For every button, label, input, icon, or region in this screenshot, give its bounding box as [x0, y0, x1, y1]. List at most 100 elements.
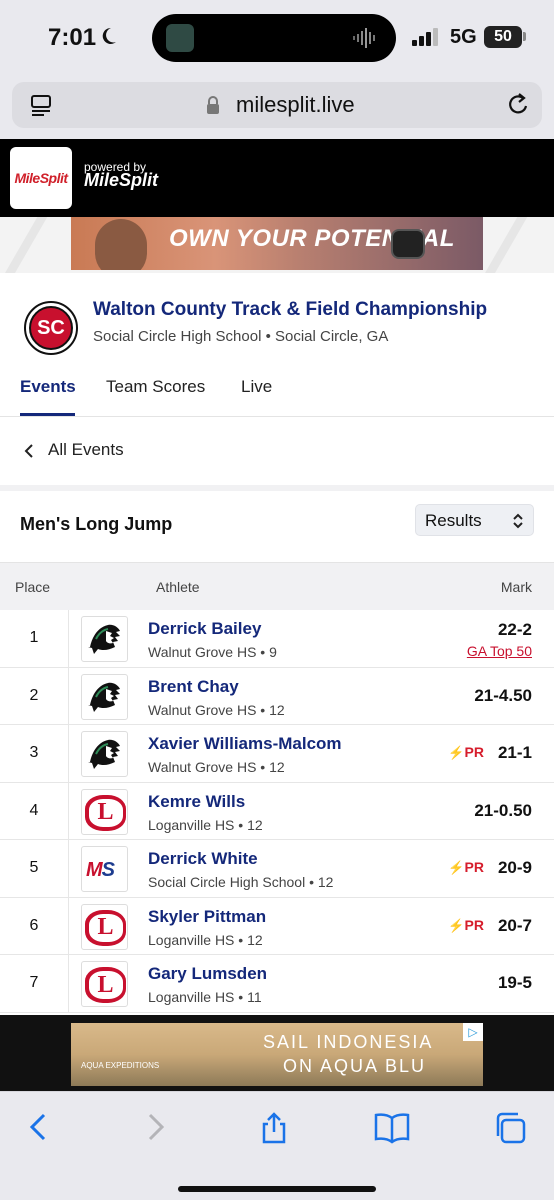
ms-logo-text: MS: [86, 859, 115, 881]
team-logo: [81, 731, 128, 777]
now-playing-icon: [166, 24, 194, 52]
tabs-icon[interactable]: [494, 1112, 526, 1144]
ad-zone-bottom: SAIL INDONESIA ON AQUA BLU AQUA EXPEDITI…: [0, 1015, 554, 1091]
column-place: Place: [15, 579, 51, 595]
chevron-left-icon: [24, 444, 33, 458]
back-to-all-events[interactable]: All Events: [0, 417, 554, 485]
athlete-name[interactable]: Gary Lumsden: [148, 964, 267, 984]
athlete-name[interactable]: Kemre Wills: [148, 792, 245, 812]
warrior-head-icon: [88, 739, 120, 769]
table-row[interactable]: 4 L Kemre Wills Loganville HS • 12 21-0.50: [0, 782, 554, 840]
row-place: 5: [0, 840, 69, 897]
results-view-select[interactable]: Results: [415, 504, 534, 536]
ad-zone-top: OWN YOUR POTENTIAL: [0, 217, 554, 273]
team-logo: L: [81, 903, 128, 950]
warrior-head-icon: [88, 682, 120, 712]
row-place: 2: [0, 667, 69, 724]
network-type: 5G: [450, 26, 477, 48]
team-logo: L: [81, 961, 128, 1007]
home-indicator: [178, 1186, 376, 1192]
ad-headline: SAIL INDONESIA: [263, 1032, 434, 1052]
reader-mode-icon[interactable]: [30, 94, 52, 116]
meet-location: Social Circle High School • Social Circl…: [93, 328, 389, 345]
athlete-name[interactable]: Xavier Williams-Malcom: [148, 734, 342, 754]
ad-banner-bottom[interactable]: SAIL INDONESIA ON AQUA BLU AQUA EXPEDITI…: [71, 1023, 483, 1086]
row-place: 1: [0, 610, 69, 667]
team-logo: [81, 673, 128, 720]
lightning-icon: ⚡: [448, 917, 465, 933]
athlete-team: Loganville HS • 12: [148, 931, 263, 948]
athlete-team: Loganville HS • 11: [148, 989, 262, 1005]
athlete-name[interactable]: Brent Chay: [148, 677, 239, 697]
all-events-link[interactable]: All Events: [48, 440, 124, 460]
athlete-team: Walnut Grove HS • 12: [148, 759, 285, 775]
athlete-mark: 20-7: [497, 915, 532, 935]
ad-subline: ON AQUA BLU: [283, 1056, 427, 1076]
chevron-up-down-icon: [513, 513, 523, 529]
milesplit-logo[interactable]: MileSplit: [10, 147, 72, 209]
powered-by-brand: MileSplit: [84, 170, 159, 190]
row-place: 7: [0, 955, 69, 1012]
loganville-logo-shape: L: [85, 794, 126, 831]
battery-cap: [523, 32, 526, 41]
meet-tabs: Events Team Scores Live: [0, 363, 554, 417]
table-row[interactable]: 5 MS Derrick White Social Circle High Schoo…: [0, 840, 554, 898]
ga-top-50-link[interactable]: GA Top 50: [467, 643, 532, 659]
address-bar[interactable]: milesplit.live: [12, 82, 542, 128]
loganville-logo-shape: L: [85, 909, 126, 946]
table-row[interactable]: 6 L Skyler Pittman Loganville HS • 12 20-7 ⚡P…: [0, 897, 554, 955]
athlete-mark: 21-1: [497, 743, 532, 762]
table-row[interactable]: 7 L Gary Lumsden Loganville HS • 11 19-5: [0, 955, 554, 1013]
results-table-body: 1 Derrick Bailey Walnut Grove HS • 9 22-2 GA…: [0, 610, 554, 1013]
select-value: Results: [425, 511, 482, 530]
tab-events[interactable]: Events: [20, 377, 76, 397]
dynamic-island: [152, 14, 396, 62]
results-table-header: Place Athlete Mark: [0, 562, 554, 610]
event-header: Men's Long Jump Results: [0, 491, 554, 561]
athlete-mark: 22-2: [497, 620, 532, 639]
forward-icon[interactable]: [146, 1112, 166, 1142]
tab-live[interactable]: Live: [241, 377, 272, 397]
audio-wave-icon: [353, 28, 375, 48]
column-athlete: Athlete: [156, 579, 200, 595]
site-header: MileSplit powered by MileSplit: [0, 139, 554, 217]
moon-icon: [102, 27, 116, 44]
ad-banner-top[interactable]: OWN YOUR POTENTIAL: [71, 217, 483, 270]
meet-title[interactable]: Walton County Track & Field Championship: [93, 299, 487, 321]
active-tab-indicator: [20, 413, 75, 416]
athlete-team: Walnut Grove HS • 12: [148, 701, 285, 718]
team-logo: [81, 616, 128, 662]
browser-toolbar: [0, 1091, 554, 1200]
athlete-name[interactable]: Derrick Bailey: [148, 619, 261, 639]
athlete-name[interactable]: Derrick White: [148, 849, 258, 869]
tab-team-scores[interactable]: Team Scores: [106, 377, 205, 397]
meet-header: SC Walton County Track & Field Champions…: [0, 273, 554, 363]
table-row[interactable]: 3 Xavier Williams-Malcom Walnut Grove HS •…: [0, 725, 554, 783]
team-logo: MS: [81, 846, 128, 892]
bookmarks-icon[interactable]: [374, 1112, 410, 1144]
table-row[interactable]: 2 Brent Chay Walnut Grove HS • 12 21-4.50: [0, 667, 554, 725]
athlete-mark: 19-5: [497, 973, 532, 992]
ad-athlete-image: [95, 219, 147, 270]
background-chevron: [471, 217, 554, 273]
share-icon[interactable]: [258, 1112, 290, 1144]
url-text: milesplit.live: [236, 92, 355, 117]
athlete-mark: 21-4.50: [474, 685, 532, 705]
table-row[interactable]: 1 Derrick Bailey Walnut Grove HS • 9 22-2 GA…: [0, 610, 554, 668]
athlete-team: Walnut Grove HS • 9: [148, 644, 277, 660]
event-name: Men's Long Jump: [20, 514, 173, 534]
status-bar: 7:01 5G 50: [0, 0, 554, 80]
status-time: 7:01: [48, 24, 97, 51]
lock-icon: [207, 96, 219, 114]
reload-icon[interactable]: [506, 92, 530, 118]
meet-host-logo: SC: [24, 301, 78, 355]
pr-badge: ⚡PR: [448, 744, 484, 760]
back-icon[interactable]: [28, 1112, 48, 1142]
cellular-signal-icon: [412, 28, 438, 46]
pr-badge: ⚡PR: [448, 916, 484, 933]
ad-choices-icon[interactable]: ▷: [463, 1023, 483, 1041]
loganville-logo-shape: L: [85, 967, 126, 1003]
battery-indicator: 50: [484, 26, 522, 48]
athlete-name[interactable]: Skyler Pittman: [148, 907, 266, 927]
lightning-icon: ⚡: [448, 860, 465, 875]
